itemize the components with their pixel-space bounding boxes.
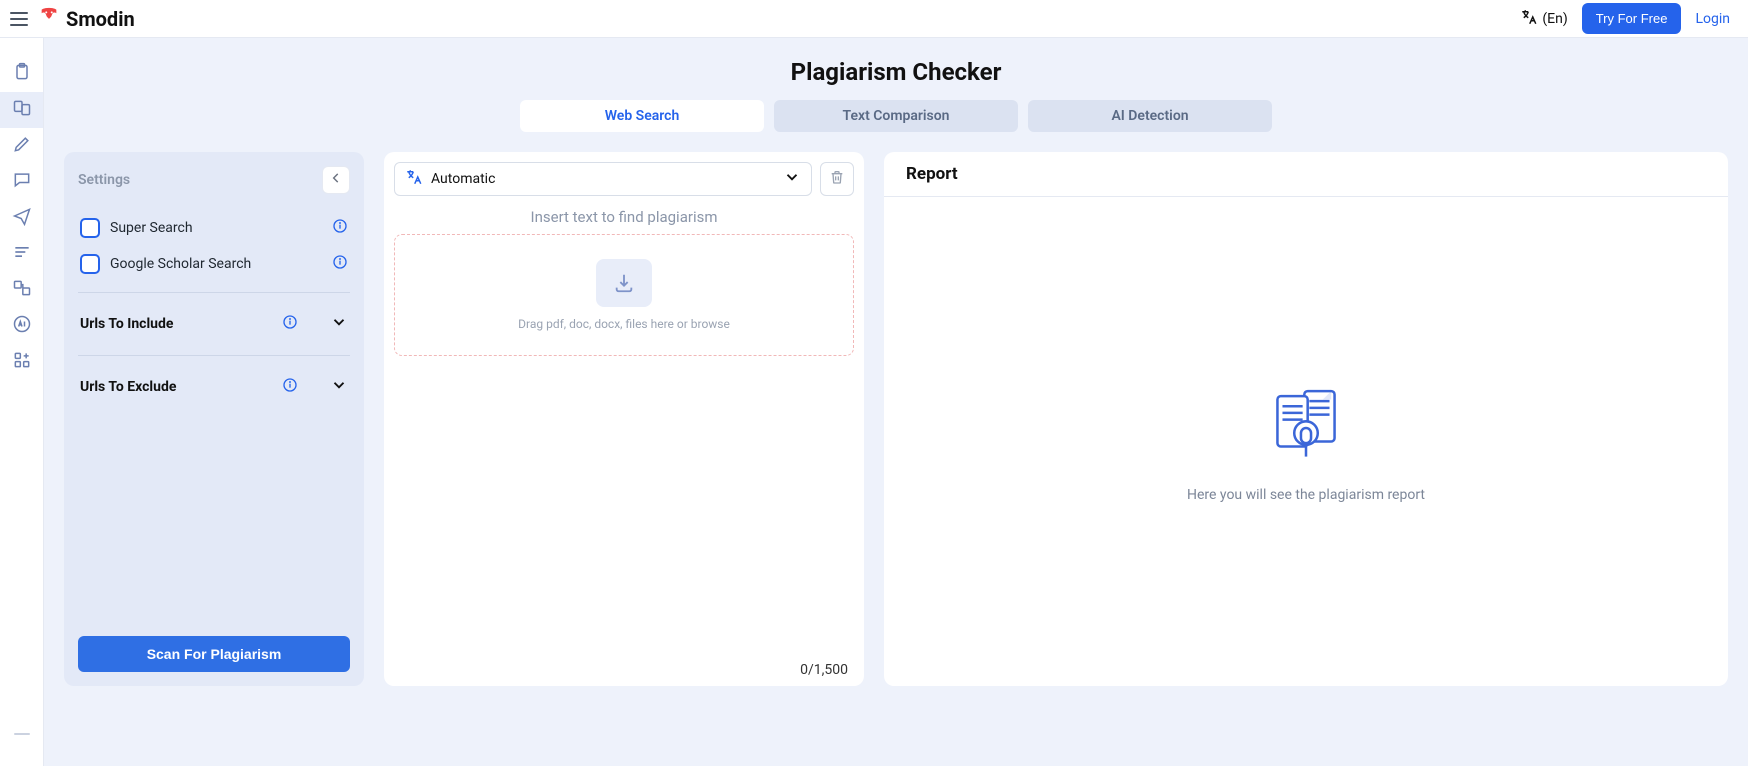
report-title: Report: [884, 152, 1728, 197]
dropzone-text: Drag pdf, doc, docx, files here or brows…: [518, 317, 730, 331]
divider: [78, 292, 350, 293]
editor-top: Automatic: [394, 162, 854, 196]
menu-button[interactable]: [8, 8, 30, 30]
language-mode-select[interactable]: Automatic: [394, 162, 812, 196]
file-dropzone[interactable]: Drag pdf, doc, docx, files here or brows…: [394, 234, 854, 356]
main: Plagiarism Checker Web Search Text Compa…: [44, 38, 1748, 766]
settings-head: Settings: [78, 166, 350, 194]
editor-placeholder[interactable]: Insert text to find plagiarism: [394, 196, 854, 234]
translate-icon: [405, 168, 423, 190]
lines-icon: [12, 242, 32, 266]
shell: Plagiarism Checker Web Search Text Compa…: [0, 38, 1748, 766]
collapse-settings-button[interactable]: [322, 166, 350, 194]
info-icon[interactable]: [282, 314, 330, 334]
super-search-checkbox[interactable]: [80, 218, 100, 238]
rail-item-chat[interactable]: [0, 164, 43, 200]
rail-item-send[interactable]: [0, 200, 43, 236]
language-mode-label: Automatic: [431, 171, 775, 187]
editor-panel: Automatic Insert text to find plagi: [384, 152, 864, 686]
report-panel: Report: [884, 152, 1728, 686]
rail-item-apps[interactable]: [0, 344, 43, 380]
trash-icon: [829, 169, 845, 189]
rail-collapse[interactable]: [0, 716, 43, 752]
top-left: Smodin: [8, 6, 135, 32]
info-icon[interactable]: [332, 254, 348, 274]
tabs: Web Search Text Comparison AI Detection: [64, 100, 1728, 132]
urls-exclude-label: Urls To Exclude: [80, 379, 282, 395]
chevron-left-icon: [329, 171, 343, 189]
compare-docs-icon: [12, 98, 32, 122]
try-for-free-button[interactable]: Try For Free: [1582, 3, 1682, 34]
report-empty-text: Here you will see the plagiarism report: [1187, 487, 1425, 503]
upload-icon: [596, 259, 652, 307]
tab-web-search[interactable]: Web Search: [520, 100, 764, 132]
tab-text-comparison[interactable]: Text Comparison: [774, 100, 1018, 132]
dash-icon: [14, 733, 30, 735]
page-title: Plagiarism Checker: [64, 38, 1728, 100]
translate-icon: [1520, 8, 1538, 30]
rail-item-translate[interactable]: [0, 272, 43, 308]
report-body: Here you will see the plagiarism report: [884, 197, 1728, 686]
left-rail: [0, 38, 44, 766]
rail-item-paste[interactable]: [0, 56, 43, 92]
brand-text: Smodin: [66, 7, 135, 31]
urls-include-row[interactable]: Urls To Include: [78, 303, 350, 345]
info-icon[interactable]: [332, 218, 348, 238]
info-icon[interactable]: [282, 377, 330, 397]
rail-item-plagiarism[interactable]: [0, 92, 43, 128]
rail-item-list[interactable]: [0, 236, 43, 272]
chevron-down-icon: [330, 313, 348, 335]
super-search-label: Super Search: [110, 220, 322, 236]
top-bar: Smodin (En) Try For Free Login: [0, 0, 1748, 38]
clear-button[interactable]: [820, 162, 854, 196]
report-empty-icon: [1264, 381, 1348, 469]
char-counter: 0/1,500: [394, 658, 854, 680]
settings-panel: Settings Super Search: [64, 152, 364, 686]
grid-plus-icon: [12, 350, 32, 374]
send-icon: [12, 206, 32, 230]
translate2-icon: [12, 278, 32, 302]
ai-icon: [12, 314, 32, 338]
scholar-checkbox[interactable]: [80, 254, 100, 274]
setting-scholar: Google Scholar Search: [78, 246, 350, 282]
clipboard-icon: [12, 62, 32, 86]
setting-super-search: Super Search: [78, 210, 350, 246]
logo-icon: [38, 6, 60, 32]
scan-button[interactable]: Scan For Plagiarism: [78, 636, 350, 672]
language-selector[interactable]: (En): [1520, 8, 1567, 30]
columns: Settings Super Search: [64, 152, 1728, 686]
chevron-down-icon: [783, 168, 801, 190]
rail-item-ai[interactable]: [0, 308, 43, 344]
tab-ai-detection[interactable]: AI Detection: [1028, 100, 1272, 132]
settings-title: Settings: [78, 172, 130, 188]
pencil-icon: [12, 134, 32, 158]
divider: [78, 355, 350, 356]
urls-exclude-row[interactable]: Urls To Exclude: [78, 366, 350, 408]
chevron-down-icon: [330, 376, 348, 398]
chat-icon: [12, 170, 32, 194]
urls-include-label: Urls To Include: [80, 316, 282, 332]
scholar-label: Google Scholar Search: [110, 256, 322, 272]
login-link[interactable]: Login: [1695, 11, 1730, 27]
rail-item-write[interactable]: [0, 128, 43, 164]
top-right: (En) Try For Free Login: [1520, 3, 1730, 34]
logo[interactable]: Smodin: [38, 6, 135, 32]
language-label: (En): [1542, 11, 1567, 27]
